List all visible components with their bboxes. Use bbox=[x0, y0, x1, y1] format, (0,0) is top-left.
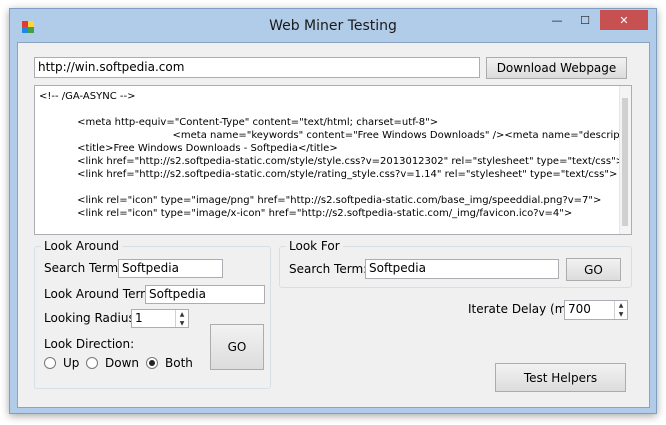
look-for-search-term-input[interactable]: Softpedia bbox=[365, 259, 559, 279]
url-input[interactable]: http://win.softpedia.com bbox=[34, 57, 480, 78]
maximize-button[interactable]: ☐ bbox=[572, 10, 598, 30]
look-for-go-button[interactable]: GO bbox=[566, 258, 621, 281]
radio-up-label[interactable]: Up bbox=[63, 356, 79, 370]
radio-down[interactable] bbox=[86, 357, 98, 369]
look-around-go-button[interactable]: GO bbox=[210, 324, 264, 370]
looking-radius-label: Looking Radius: bbox=[44, 311, 139, 325]
html-source-text: <!-- /GA-ASYNC --> <meta http-equiv="Con… bbox=[39, 90, 632, 220]
radio-both[interactable] bbox=[146, 357, 158, 369]
minimize-button[interactable]: — bbox=[544, 10, 570, 30]
spin-up-icon[interactable]: ▲ bbox=[615, 301, 627, 310]
source-line: <meta http-equiv="Content-Type" content=… bbox=[39, 117, 439, 128]
source-line bbox=[39, 103, 631, 116]
look-for-group: Look For Search Term: Softpedia GO bbox=[279, 239, 632, 288]
source-line bbox=[39, 181, 631, 194]
source-line: <!-- /GA-ASYNC --> bbox=[39, 91, 136, 102]
scrollbar-thumb[interactable] bbox=[622, 98, 628, 226]
look-for-search-term-label: Search Term: bbox=[289, 262, 368, 276]
spin-down-icon[interactable]: ▼ bbox=[615, 310, 627, 319]
radio-down-label[interactable]: Down bbox=[105, 356, 139, 370]
looking-radius-stepper[interactable]: 1 ▲ ▼ bbox=[131, 309, 189, 328]
source-line: <meta name="keywords" content="Free Wind… bbox=[39, 130, 632, 141]
look-around-term-input[interactable]: Softpedia bbox=[145, 285, 265, 304]
title-bar[interactable]: Web Miner Testing — ☐ ✕ bbox=[10, 9, 656, 43]
radio-up[interactable] bbox=[44, 357, 56, 369]
main-window: Web Miner Testing — ☐ ✕ http://win.softp… bbox=[9, 8, 657, 414]
source-line: <link rel="icon" type="image/png" href="… bbox=[39, 195, 602, 206]
html-source-textbox[interactable]: <!-- /GA-ASYNC --> <meta http-equiv="Con… bbox=[34, 85, 632, 235]
test-helpers-button[interactable]: Test Helpers bbox=[495, 363, 626, 392]
looking-radius-spin[interactable]: ▲ ▼ bbox=[175, 310, 188, 327]
spin-down-icon[interactable]: ▼ bbox=[176, 319, 188, 327]
radio-both-label[interactable]: Both bbox=[165, 356, 193, 370]
close-button[interactable]: ✕ bbox=[600, 10, 648, 30]
source-line: <link rel="icon" type="image/x-icon" hre… bbox=[39, 208, 573, 219]
look-around-title: Look Around bbox=[41, 239, 122, 253]
look-around-group: Look Around Search Term: Softpedia Look … bbox=[34, 239, 271, 389]
iterate-delay-stepper[interactable]: 700 ▲ ▼ bbox=[564, 300, 628, 320]
source-line: <title>Free Windows Downloads - Softpedi… bbox=[39, 143, 338, 154]
client-area: http://win.softpedia.com Download Webpag… bbox=[17, 42, 650, 408]
spin-up-icon[interactable]: ▲ bbox=[176, 310, 188, 319]
looking-radius-value: 1 bbox=[135, 311, 143, 325]
look-for-title: Look For bbox=[286, 239, 343, 253]
search-term-label: Search Term: bbox=[44, 261, 123, 275]
download-webpage-button[interactable]: Download Webpage bbox=[486, 57, 627, 79]
look-around-term-label: Look Around Term: bbox=[44, 287, 156, 301]
look-direction-label: Look Direction: bbox=[44, 337, 135, 351]
iterate-delay-value: 700 bbox=[568, 302, 591, 316]
iterate-delay-spin[interactable]: ▲ ▼ bbox=[614, 301, 627, 319]
vertical-scrollbar[interactable] bbox=[619, 86, 631, 234]
source-line: <link href="http://s2.softpedia-static.c… bbox=[39, 156, 625, 167]
look-around-search-term-input[interactable]: Softpedia bbox=[118, 259, 223, 278]
source-line: <link href="http://s2.softpedia-static.c… bbox=[39, 169, 618, 180]
